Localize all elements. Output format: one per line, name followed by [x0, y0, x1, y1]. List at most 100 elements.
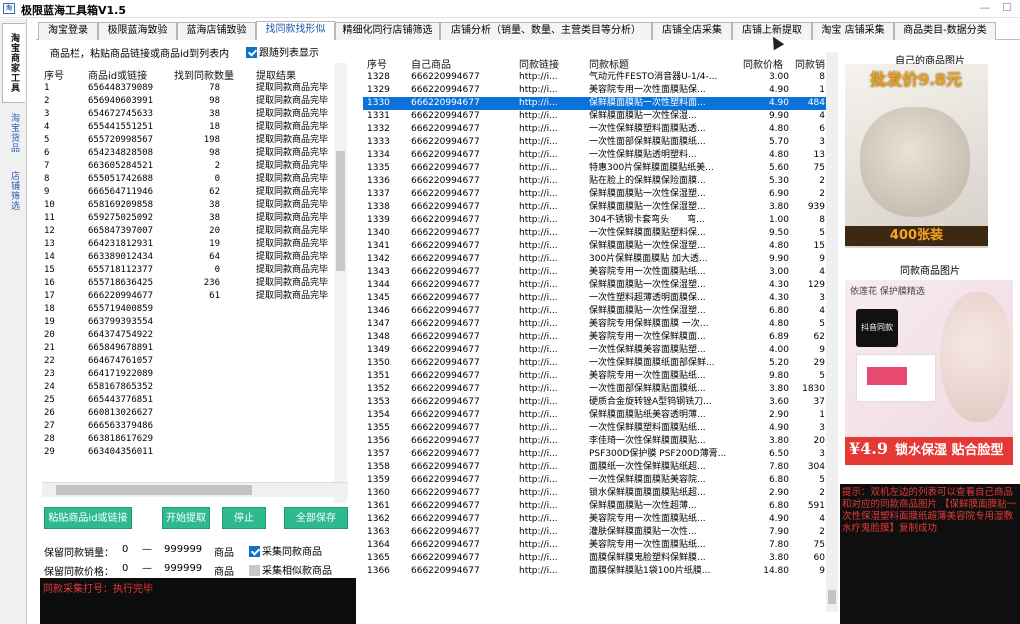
list-item[interactable]: 20 664374754922 — [42, 329, 342, 342]
paste-ids-button[interactable]: 粘贴商品id或链接 — [44, 507, 132, 529]
table-row[interactable]: 1364 666220994677 http://i... 美容院专用一次性面膜贴纸.… — [363, 539, 827, 552]
price-min-input[interactable]: 0 — [122, 563, 128, 574]
table-row[interactable]: 1334 666220994677 http://i... 一次性保鲜膜贴透明塑料..… — [363, 149, 827, 162]
col-header-found-count[interactable]: 找到同款数量 — [174, 67, 234, 82]
table-row[interactable]: 1354 666220994677 http://i... 保鲜膜面膜贴纸美容透明薄.… — [363, 409, 827, 422]
checkbox-icon[interactable] — [249, 565, 260, 576]
table-row[interactable]: 1336 666220994677 http://i... 贴在脸上的保鲜膜保险面膜.… — [363, 175, 827, 188]
list-item[interactable]: 29 663404356011 — [42, 446, 342, 459]
table-row[interactable]: 1360 666220994677 http://i... 锁水保鲜膜面膜面膜贴纸超.… — [363, 487, 827, 500]
list-item[interactable]: 26 660813026627 — [42, 407, 342, 420]
table-row[interactable]: 1340 666220994677 http://i... 一次性保鲜膜面膜贴塑料保.… — [363, 227, 827, 240]
table-row[interactable]: 1359 666220994677 http://i... 一次性保鲜膜面膜贴美容院.… — [363, 474, 827, 487]
table-row[interactable]: 1355 666220994677 http://i... 一次性保鲜膜塑料面膜贴纸.… — [363, 422, 827, 435]
table-row[interactable]: 1333 666220994677 http://i... 一次性面部保鲜膜贴面膜纸.… — [363, 136, 827, 149]
table-row[interactable]: 1356 666220994677 http://i... 李佳琦一次性保鲜膜面膜贴.… — [363, 435, 827, 448]
product-list-hscroll-thumb[interactable] — [56, 485, 252, 495]
table-row[interactable]: 1362 666220994677 http://i... 美容院专用一次性面膜贴纸.… — [363, 513, 827, 526]
table-row[interactable]: 1335 666220994677 http://i... 特惠300片保鲜膜面膜贴纸… — [363, 162, 827, 175]
table-row[interactable]: 1365 666220994677 http://i... 面膜保鲜膜鬼脸塑料保鲜膜.… — [363, 552, 827, 565]
list-item[interactable]: 25 665443776851 — [42, 394, 342, 407]
save-all-button[interactable]: 全部保存 — [284, 507, 348, 529]
tab-find-same[interactable]: 找同款找形似 — [256, 21, 335, 40]
col-header-same-price[interactable]: 同款价格 — [743, 56, 783, 71]
table-row[interactable]: 1331 666220994677 http://i... 保鲜膜面膜贴一次性保湿..… — [363, 110, 827, 123]
follow-list-toggle[interactable]: 跟随列表显示 — [246, 44, 319, 59]
sales-max-input[interactable]: 999999 — [164, 544, 202, 555]
list-item[interactable]: 16 655718636425 236 提取同款商品完毕 — [42, 277, 342, 290]
list-item[interactable]: 1 656448379089 78 提取同款商品完毕 — [42, 82, 342, 95]
list-item[interactable]: 8 655051742688 0 提取同款商品完毕 — [42, 173, 342, 186]
table-row[interactable]: 1347 666220994677 http://i... 美容院专用保鲜膜面膜 一次… — [363, 318, 827, 331]
table-row[interactable]: 1358 666220994677 http://i... 面膜纸一次性保鲜膜贴纸超.… — [363, 461, 827, 474]
table-row[interactable]: 1332 666220994677 http://i... 一次性保鲜膜塑料面膜贴透.… — [363, 123, 827, 136]
list-item[interactable]: 23 664171922089 — [42, 368, 342, 381]
tab-shop-check[interactable]: 蓝海店铺致验 — [177, 22, 256, 40]
table-row[interactable]: 1366 666220994677 http://i... 面膜保鲜膜贴1袋100片纸… — [363, 565, 827, 578]
list-item[interactable]: 21 665849678891 — [42, 342, 342, 355]
checkbox-icon[interactable] — [246, 47, 257, 58]
list-item[interactable]: 5 655720998567 198 提取同款商品完毕 — [42, 134, 342, 147]
vtab-taobao-merchant-tools[interactable]: 淘宝商家工具 — [2, 23, 25, 103]
list-item[interactable]: 24 658167865352 — [42, 381, 342, 394]
collect-similar-toggle[interactable]: 采集相似款商品 — [249, 562, 332, 577]
table-row[interactable]: 1361 666220994677 http://i... 保鲜膜面膜贴一次性超薄..… — [363, 500, 827, 513]
list-item[interactable]: 19 663799393554 — [42, 316, 342, 329]
same-items-vscroll-thumb[interactable] — [828, 590, 836, 604]
list-item[interactable]: 17 666220994677 61 提取同款商品完毕 — [42, 290, 342, 303]
col-header-same-title[interactable]: 同款标题 — [589, 56, 629, 71]
table-row[interactable]: 1343 666220994677 http://i... 美容院专用一次性面膜贴纸.… — [363, 266, 827, 279]
list-item[interactable]: 2 656940603991 98 提取同款商品完毕 — [42, 95, 342, 108]
list-item[interactable]: 14 663389012434 64 提取同款商品完毕 — [42, 251, 342, 264]
price-max-input[interactable]: 999999 — [164, 563, 202, 574]
list-item[interactable]: 18 655719400859 — [42, 303, 342, 316]
col-header-same-link[interactable]: 同款链接 — [519, 56, 559, 71]
list-item[interactable]: 3 654672745633 38 提取同款商品完毕 — [42, 108, 342, 121]
tab-blue-ocean-check[interactable]: 极限蓝海致验 — [98, 22, 177, 40]
table-row[interactable]: 1328 666220994677 http://i... 气动元件FESTO消音器U… — [363, 71, 827, 84]
list-item[interactable]: 4 655441551251 18 提取同款商品完毕 — [42, 121, 342, 134]
table-row[interactable]: 1352 666220994677 http://i... 一次性面部保鲜膜贴面膜纸.… — [363, 383, 827, 396]
product-list[interactable]: 序号 商品id或链接 找到同款数量 提取结果 1 656448379089 78 提取… — [42, 63, 354, 523]
list-item[interactable]: 11 659275025092 38 提取同款商品完毕 — [42, 212, 342, 225]
vtab-taobao-goods[interactable]: 淘宝货品 — [2, 107, 25, 159]
table-row[interactable]: 1339 666220994677 http://i... 304不锈钢卡套弯头 弯.… — [363, 214, 827, 227]
table-row[interactable]: 1357 666220994677 http://i... PSF300D保护膜 PS… — [363, 448, 827, 461]
table-row[interactable]: 1341 666220994677 http://i... 保鲜膜面膜贴一次性保湿塑.… — [363, 240, 827, 253]
tab-shop-collect-all[interactable]: 店铺全店采集 — [652, 22, 732, 40]
list-item[interactable]: 22 664674761057 — [42, 355, 342, 368]
table-row[interactable]: 1350 666220994677 http://i... 一次性保鲜膜面膜纸面部保鲜… — [363, 357, 827, 370]
list-item[interactable]: 27 666563379486 — [42, 420, 342, 433]
tab-shop-analysis[interactable]: 店铺分析（销量、数量、主营类目等分析） — [440, 22, 652, 40]
product-list-vscroll[interactable] — [334, 63, 347, 503]
col-header-result[interactable]: 提取结果 — [256, 67, 296, 82]
table-row[interactable]: 1344 666220994677 http://i... 保鲜膜面膜贴一次性保湿塑.… — [363, 279, 827, 292]
start-extract-button[interactable]: 开始提取 — [162, 507, 210, 529]
col-header-index[interactable]: 序号 — [44, 67, 64, 82]
list-item[interactable]: 28 663818617629 — [42, 433, 342, 446]
table-row[interactable]: 1345 666220994677 http://i... 一次性塑料超薄透明面膜保.… — [363, 292, 827, 305]
list-item[interactable]: 15 655718112377 0 提取同款商品完毕 — [42, 264, 342, 277]
sales-min-input[interactable]: 0 — [122, 544, 128, 555]
col-header-index[interactable]: 序号 — [367, 56, 387, 71]
same-items-table[interactable]: 序号 自己商品 同款链接 同款标题 同款价格 同款销 1328 666220994… — [363, 52, 827, 612]
tab-taobao-login[interactable]: 淘宝登录 — [38, 22, 98, 40]
collect-same-toggle[interactable]: 采集同款商品 — [249, 543, 322, 558]
table-row[interactable]: 1353 666220994677 http://i... 硬质合金旋转锉A型钨钢铣刀… — [363, 396, 827, 409]
list-item[interactable]: 12 665847397007 20 提取同款商品完毕 — [42, 225, 342, 238]
table-row[interactable]: 1349 666220994677 http://i... 一次性保鲜膜美容面膜贴塑.… — [363, 344, 827, 357]
minimize-button[interactable]: — — [974, 1, 996, 16]
tab-taobao-shop-collect[interactable]: 淘宝 店铺采集 — [812, 22, 894, 40]
tab-category-data[interactable]: 商品类目-数据分类 — [894, 22, 996, 40]
list-item[interactable]: 13 664231812931 19 提取同款商品完毕 — [42, 238, 342, 251]
tab-peer-shop-filter[interactable]: 精细化同行店铺筛选 — [335, 22, 440, 40]
list-item[interactable]: 6 654234828508 98 提取同款商品完毕 — [42, 147, 342, 160]
table-row[interactable]: 1338 666220994677 http://i... 保鲜膜面膜贴一次性保湿塑.… — [363, 201, 827, 214]
list-item[interactable]: 9 666564711946 62 提取同款商品完毕 — [42, 186, 342, 199]
col-header-same-sales[interactable]: 同款销 — [795, 56, 825, 71]
col-header-product-id[interactable]: 商品id或链接 — [88, 67, 147, 82]
col-header-own-product[interactable]: 自己商品 — [411, 56, 451, 71]
table-row[interactable]: 1348 666220994677 http://i... 美容院专用一次性保鲜膜面.… — [363, 331, 827, 344]
product-list-vscroll-thumb[interactable] — [336, 151, 345, 271]
table-row[interactable]: 1330 666220994677 http://i... 保鲜膜面膜贴一次性塑料面.… — [363, 97, 827, 110]
